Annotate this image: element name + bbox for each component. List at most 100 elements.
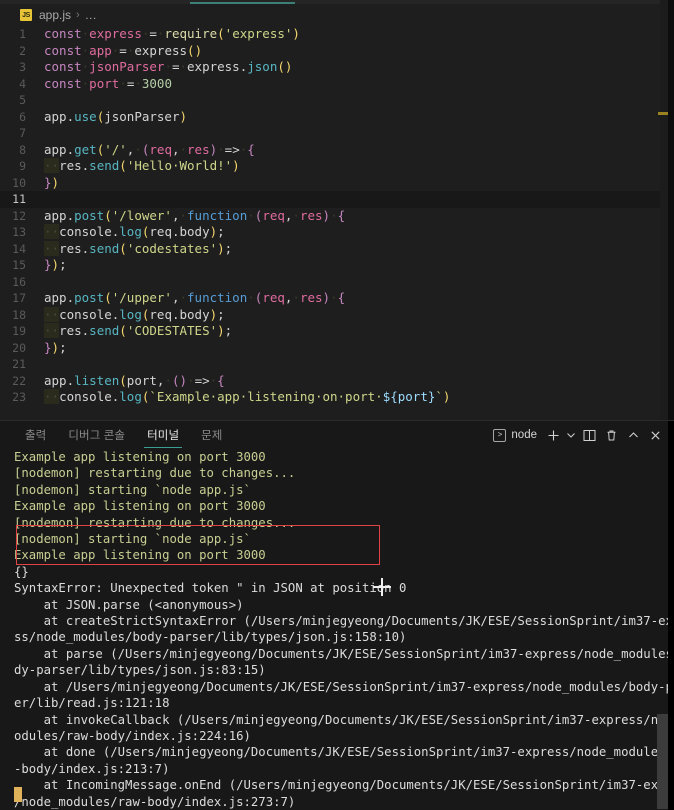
- terminal-line: dy-parser/lib/types/json.js:83:15): [14, 663, 266, 678]
- code-text: ··console.log(req.body);: [44, 224, 225, 239]
- code-line[interactable]: 7: [0, 125, 674, 142]
- code-text: });: [44, 339, 67, 355]
- panel-tab-1[interactable]: 디버그 콘솔: [57, 421, 136, 449]
- line-number: 4: [19, 76, 26, 91]
- terminal-line: at invokeCallback (/Users/minjegyeong/Do…: [14, 712, 674, 727]
- trash-icon[interactable]: [600, 424, 622, 446]
- code-line[interactable]: 1 const·express·=·require('express'): [0, 26, 674, 43]
- code-line[interactable]: 6 app.use(jsonParser): [0, 109, 674, 126]
- line-number: 19: [12, 324, 26, 338]
- code-line[interactable]: 23 ··console.log(`Example·app·listening·o…: [0, 389, 674, 406]
- code-line[interactable]: 18 ··console.log(req.body);: [0, 306, 674, 324]
- code-text: app.get('/',·(req,·res)·=>·{: [44, 141, 255, 157]
- javascript-file-icon: JS: [20, 9, 32, 21]
- code-line[interactable]: 11: [0, 191, 674, 208]
- line-number: 6: [19, 109, 26, 124]
- code-line[interactable]: 20});: [0, 340, 674, 357]
- code-line[interactable]: 22 app.listen(port,·()·=>·{: [0, 373, 674, 390]
- terminal-line: -body/index.js:213:7): [14, 761, 170, 776]
- line-number: 5: [19, 93, 26, 107]
- panel-tab-0[interactable]: 출력: [14, 421, 57, 449]
- line-number: 15: [12, 258, 26, 272]
- code-text: const·express·=·require('express'): [44, 26, 300, 41]
- terminal-line: er/lib/read.js:121:18: [14, 696, 170, 711]
- maximize-panel-button[interactable]: [622, 424, 644, 446]
- code-line[interactable]: 9 ··res.send('Hello·World!'): [0, 158, 674, 175]
- code-line[interactable]: 10}): [0, 175, 674, 192]
- breadcrumb[interactable]: JS app.js › …: [0, 4, 674, 26]
- close-panel-button[interactable]: [644, 424, 666, 446]
- terminal-line: at parse (/Users/minjegyeong/Documents/J…: [14, 646, 674, 661]
- code-line[interactable]: 5: [0, 92, 674, 109]
- code-line[interactable]: 13 ··console.log(req.body);: [0, 224, 674, 241]
- code-text: ··res.send('CODESTATES');: [44, 323, 233, 338]
- line-number: 20: [12, 340, 26, 355]
- line-number: 10: [12, 175, 26, 190]
- code-line[interactable]: 15});: [0, 257, 674, 274]
- line-number: 3: [19, 60, 26, 74]
- terminal-line: [nodemon] restarting due to changes...: [14, 515, 296, 530]
- line-number: 17: [12, 291, 26, 305]
- terminal-line: Example app listening on port 3000: [14, 450, 266, 464]
- code-line[interactable]: 16: [0, 274, 674, 291]
- code-line[interactable]: 3 const·jsonParser·=·express.json(): [0, 59, 674, 76]
- code-line[interactable]: 12 app.post('/lower',·function·(req,·res)…: [0, 208, 674, 225]
- terminal-line: at done (/Users/minjegyeong/Documents/JK…: [14, 745, 674, 760]
- bottom-panel[interactable]: 출력 디버그 콘솔 터미널 문제 > node Example app list…: [0, 420, 674, 810]
- line-number: 8: [19, 142, 26, 157]
- code-lines-container[interactable]: 1 const·express·=·require('express') 2 cons…: [0, 26, 674, 420]
- code-text: app.post('/upper',·function·(req,·res)·{: [44, 290, 346, 305]
- terminal-line: ss/node_modules/body-parser/lib/types/js…: [14, 630, 407, 645]
- code-text: ··console.log(`Example·app·listening·on·…: [44, 389, 451, 404]
- code-line[interactable]: 8 app.get('/',·(req,·res)·=>·{: [0, 142, 674, 159]
- code-text: }): [44, 174, 60, 190]
- panel-tab-3[interactable]: 문제: [190, 421, 233, 449]
- code-line[interactable]: 2 const·app·=·express(): [0, 43, 674, 60]
- terminal-line: /node_modules/raw-body/index.js:273:7): [14, 794, 296, 809]
- line-number: 7: [19, 126, 26, 140]
- breadcrumb-symbol[interactable]: …: [85, 8, 97, 22]
- chevron-down-icon[interactable]: [564, 424, 578, 446]
- line-number: 11: [12, 192, 26, 206]
- code-text: ··res.send('Hello·World!'): [44, 158, 240, 173]
- code-text: });: [44, 257, 67, 272]
- line-number: 2: [19, 43, 26, 58]
- code-line[interactable]: 17 app.post('/upper',·function·(req,·res)…: [0, 290, 674, 307]
- terminal-output[interactable]: Example app listening on port 3000 [nodem…: [0, 449, 674, 810]
- panel-right-edge: [668, 421, 674, 810]
- code-text: const·app·=·express(): [44, 42, 203, 58]
- terminal-line: Example app listening on port 3000: [14, 548, 266, 563]
- code-line[interactable]: 14 ··res.send('codestates');: [0, 240, 674, 258]
- code-text: ··console.log(req.body);: [44, 306, 225, 322]
- editor-right-edge: [668, 0, 674, 420]
- new-terminal-button[interactable]: [542, 424, 564, 446]
- line-number: 18: [12, 307, 26, 322]
- code-text: const·port·=·3000: [44, 75, 172, 91]
- terminal-scrollbar[interactable]: [657, 714, 668, 809]
- line-number: 12: [12, 208, 26, 223]
- panel-header: 출력 디버그 콘솔 터미널 문제 > node: [0, 421, 674, 449]
- code-text: const·jsonParser·=·express.json(): [44, 59, 293, 74]
- terminal-selector-label: node: [511, 429, 537, 441]
- line-number: 9: [19, 159, 26, 173]
- code-text: ··res.send('codestates');: [44, 240, 233, 256]
- panel-tab-2[interactable]: 터미널: [136, 421, 190, 449]
- panel-actions[interactable]: > node: [491, 421, 666, 449]
- code-editor[interactable]: JS app.js › … 1 const·express·=·require('…: [0, 0, 674, 420]
- line-number: 14: [12, 241, 26, 256]
- terminal-line: odules/raw-body/index.js:224:16): [14, 728, 251, 743]
- split-terminal-button[interactable]: [578, 424, 600, 446]
- panel-tabs[interactable]: 출력 디버그 콘솔 터미널 문제: [0, 421, 234, 449]
- terminal-line: at IncomingMessage.onEnd (/Users/minjegy…: [14, 778, 674, 793]
- code-line[interactable]: 19 ··res.send('CODESTATES');: [0, 323, 674, 340]
- chevron-right-icon: ›: [76, 9, 80, 21]
- code-line[interactable]: 21: [0, 356, 674, 373]
- terminal-selector[interactable]: > node: [491, 428, 542, 442]
- code-line[interactable]: 4 const·port·=·3000: [0, 76, 674, 93]
- breadcrumb-file[interactable]: app.js: [39, 8, 71, 22]
- terminal-line: SyntaxError: Unexpected token " in JSON …: [14, 581, 407, 596]
- code-text: app.use(jsonParser): [44, 108, 188, 124]
- line-number: 22: [12, 373, 26, 388]
- terminal-line: [nodemon] restarting due to changes...: [14, 466, 296, 481]
- terminal-line: at JSON.parse (<anonymous>): [14, 597, 244, 612]
